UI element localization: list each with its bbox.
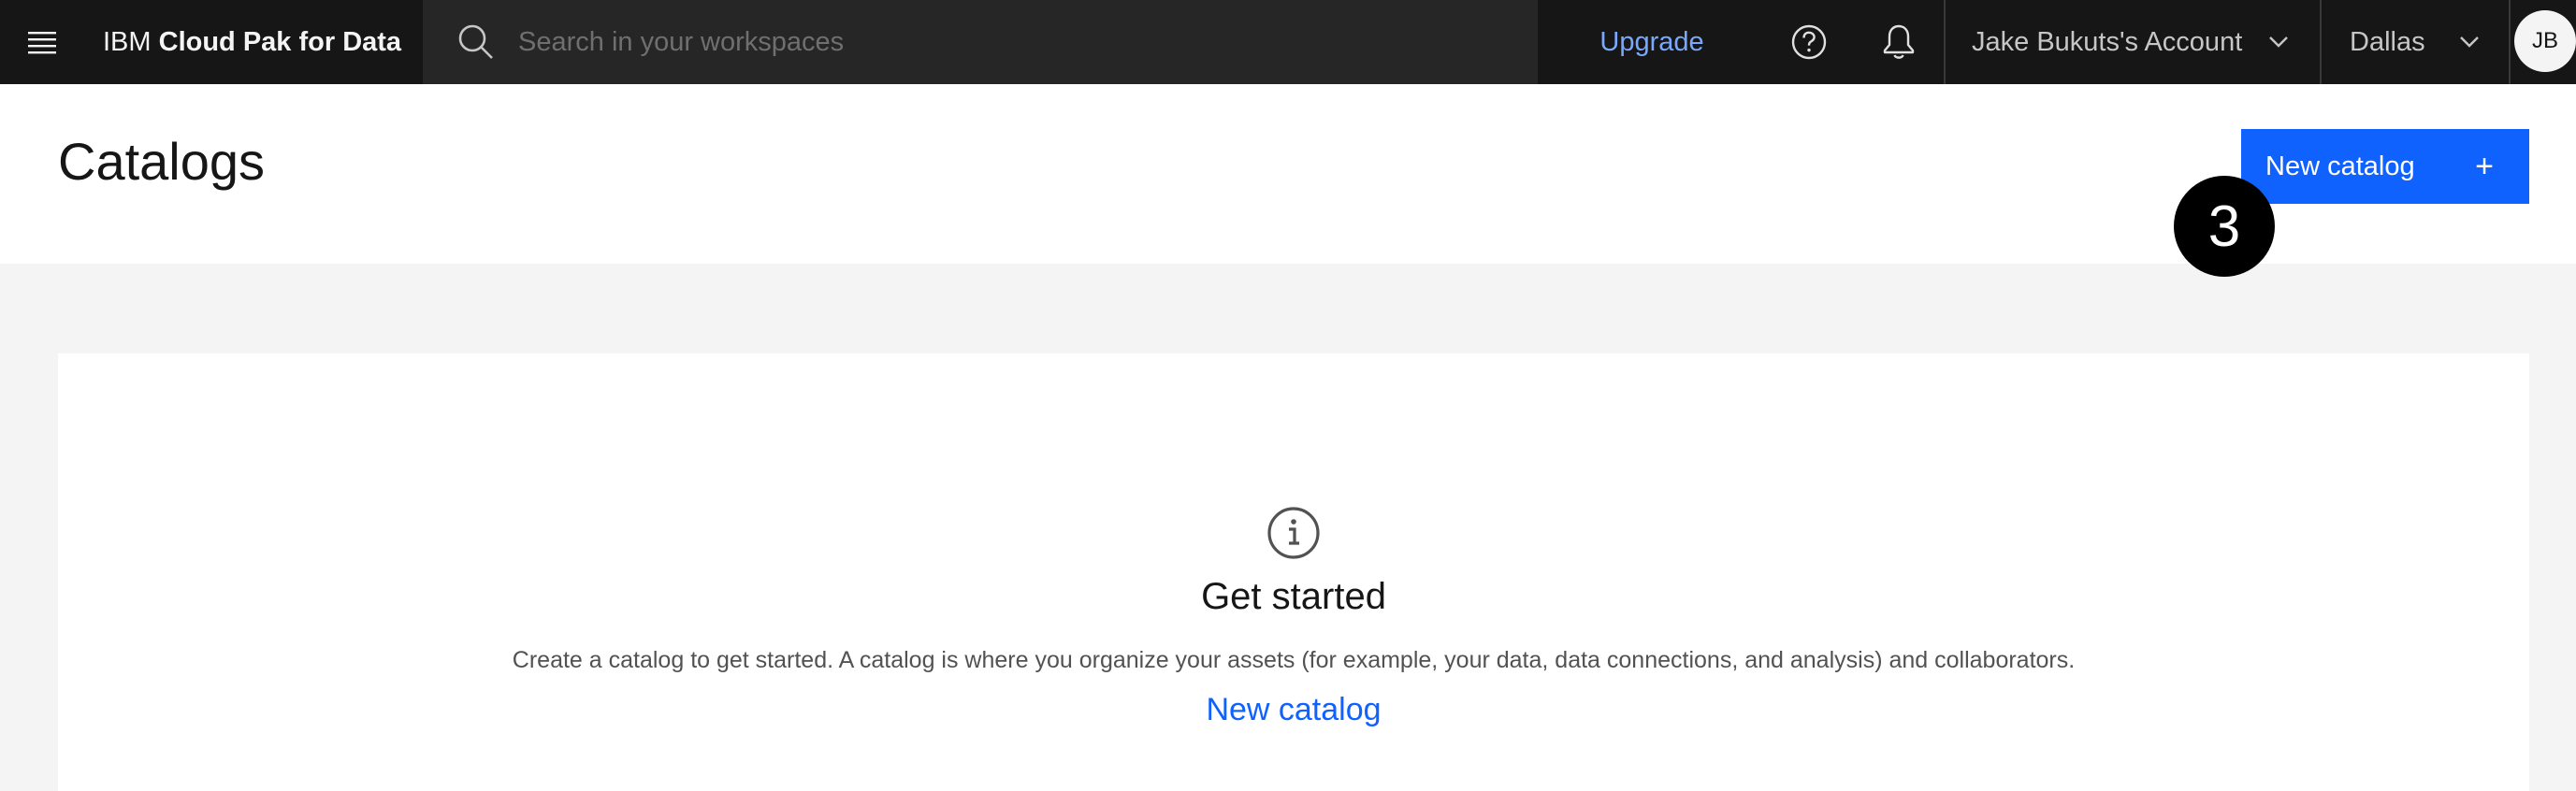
brand-prefix: IBM [103, 27, 159, 57]
brand-name: Cloud Pak for Data [158, 27, 402, 57]
chevron-down-icon [2460, 36, 2479, 48]
notifications-button[interactable] [1854, 0, 1944, 84]
account-switcher[interactable]: Jake Bukuts's Account [1946, 0, 2320, 84]
menu-button[interactable] [0, 0, 84, 84]
region-label: Dallas [2350, 26, 2425, 57]
help-button[interactable] [1764, 0, 1854, 84]
new-catalog-button[interactable]: New catalog + [2241, 129, 2529, 204]
avatar[interactable]: JB [2514, 10, 2576, 72]
add-icon: + [2475, 148, 2494, 184]
search-bar [423, 0, 1538, 84]
new-catalog-button-label: New catalog [2265, 151, 2415, 181]
top-nav-bar: IBM Cloud Pak for Data Upgrade Jake Buku… [0, 0, 2576, 84]
header-divider [2509, 0, 2511, 84]
step-badge: 3 [2174, 176, 2275, 277]
page-title: Catalogs [58, 132, 266, 191]
empty-state-description: Create a catalog to get started. A catal… [512, 647, 2076, 673]
notification-icon [1883, 24, 1915, 59]
empty-state-heading: Get started [1201, 576, 1386, 617]
new-catalog-link[interactable]: New catalog [1152, 692, 1435, 728]
menu-icon [28, 32, 56, 54]
chevron-down-icon [2269, 36, 2288, 48]
upgrade-link[interactable]: Upgrade [1538, 0, 1766, 84]
search-input[interactable] [516, 0, 1508, 84]
account-label: Jake Bukuts's Account [1972, 26, 2243, 57]
search-icon[interactable] [455, 21, 498, 64]
region-switcher[interactable]: Dallas [2322, 0, 2509, 84]
empty-state-card: Get started Create a catalog to get star… [58, 353, 2529, 791]
help-icon [1791, 24, 1827, 60]
info-icon [1267, 507, 1320, 559]
product-name[interactable]: IBM Cloud Pak for Data [103, 0, 401, 84]
